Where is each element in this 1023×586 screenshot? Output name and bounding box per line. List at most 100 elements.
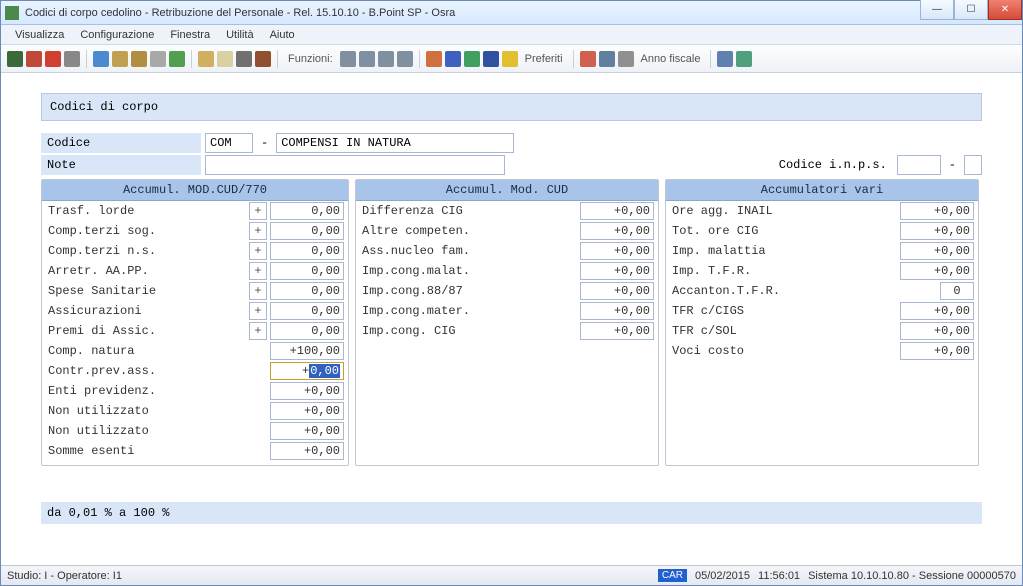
toolbar-preferiti-label[interactable]: Preferiti xyxy=(525,53,563,65)
codice-desc-input[interactable]: COMPENSI IN NATURA xyxy=(276,133,514,153)
col3-row: Imp. T.F.R.+0,00 xyxy=(666,261,978,281)
tool-icon-7[interactable] xyxy=(169,51,185,67)
menu-visualizza[interactable]: Visualizza xyxy=(7,27,72,43)
tool-icon-14[interactable] xyxy=(483,51,499,67)
value-input[interactable]: +0,00 xyxy=(270,402,344,420)
titlebar: Codici di corpo cedolino - Retribuzione … xyxy=(1,1,1022,25)
tool-icon-12[interactable] xyxy=(426,51,442,67)
value-input[interactable]: +0,00 xyxy=(270,422,344,440)
value-input[interactable]: +0,00 xyxy=(270,382,344,400)
codice-inps-input-2[interactable] xyxy=(964,155,982,175)
value-input[interactable]: 0 xyxy=(940,282,974,300)
tool-icon-calendar[interactable] xyxy=(618,51,634,67)
field-label: Accanton.T.F.R. xyxy=(670,284,937,298)
col3-row: Accanton.T.F.R.0 xyxy=(666,281,978,301)
tool-icon-fn2[interactable] xyxy=(359,51,375,67)
maximize-button[interactable]: ☐ xyxy=(954,0,988,20)
value-input[interactable]: +0,00 xyxy=(900,342,974,360)
sign-box[interactable]: + xyxy=(249,222,267,240)
value-input[interactable]: +0,00 xyxy=(580,242,654,260)
value-input[interactable]: 0,00 xyxy=(270,202,344,220)
field-label: Altre competen. xyxy=(360,224,577,238)
tool-icon-6[interactable] xyxy=(150,51,166,67)
value-input[interactable]: 0,00 xyxy=(270,282,344,300)
sign-box[interactable]: + xyxy=(249,242,267,260)
codice-input[interactable]: COM xyxy=(205,133,253,153)
value-input[interactable]: 0,00 xyxy=(270,302,344,320)
field-label: Contr.prev.ass. xyxy=(46,364,267,378)
col3-header: Accumulatori vari xyxy=(666,180,978,201)
statusbar: Studio: I - Operatore: I1 CAR 05/02/2015… xyxy=(1,565,1022,585)
value-input[interactable]: +0,00 xyxy=(900,302,974,320)
tool-icon-folder[interactable] xyxy=(112,51,128,67)
toolbar-anno-fiscale-label[interactable]: Anno fiscale xyxy=(641,53,701,65)
tool-icon-globe[interactable] xyxy=(599,51,615,67)
close-button[interactable]: ✕ xyxy=(988,0,1022,20)
value-input[interactable]: +0,00 xyxy=(580,262,654,280)
field-label: Imp.cong.mater. xyxy=(360,304,577,318)
value-input[interactable]: +0,00 xyxy=(580,322,654,340)
value-input[interactable]: +0,00 xyxy=(900,322,974,340)
value-input[interactable]: 0,00 xyxy=(270,242,344,260)
col2-row: Differenza CIG+0,00 xyxy=(356,201,658,221)
tool-icon-fn1[interactable] xyxy=(340,51,356,67)
col3-row: Voci costo+0,00 xyxy=(666,341,978,361)
menu-configurazione[interactable]: Configurazione xyxy=(72,27,162,43)
sign-box[interactable]: + xyxy=(249,282,267,300)
tool-icon-a1[interactable] xyxy=(580,51,596,67)
codice-inps-input[interactable] xyxy=(897,155,941,175)
tool-icon-user[interactable] xyxy=(717,51,733,67)
tool-icon-13[interactable] xyxy=(445,51,461,67)
tool-icon-10[interactable] xyxy=(236,51,252,67)
tool-icon-8[interactable] xyxy=(198,51,214,67)
field-label: Tot. ore CIG xyxy=(670,224,897,238)
sign-box[interactable]: + xyxy=(249,202,267,220)
col2-row: Imp.cong.mater.+0,00 xyxy=(356,301,658,321)
note-input[interactable] xyxy=(205,155,505,175)
value-input[interactable]: +0,00 xyxy=(580,302,654,320)
tool-icon-fn4[interactable] xyxy=(397,51,413,67)
toolbar: Funzioni: Preferiti Anno fiscale xyxy=(1,45,1022,73)
value-input[interactable]: +0,00 xyxy=(580,282,654,300)
col1-row: Premi di Assic.+0,00 xyxy=(42,321,348,341)
sign-box[interactable]: + xyxy=(249,262,267,280)
tool-icon-refresh[interactable] xyxy=(736,51,752,67)
sign-box[interactable]: + xyxy=(249,302,267,320)
value-input[interactable]: +0,00 xyxy=(900,202,974,220)
sign-box[interactable]: + xyxy=(249,322,267,340)
field-label: Imp. malattia xyxy=(670,244,897,258)
tool-icon-11[interactable] xyxy=(255,51,271,67)
tool-icon-5[interactable] xyxy=(131,51,147,67)
value-input[interactable]: +100,00 xyxy=(270,342,344,360)
star-icon[interactable] xyxy=(502,51,518,67)
tool-icon-print[interactable] xyxy=(64,51,80,67)
value-input[interactable]: +0,00 xyxy=(270,362,344,380)
col2-row: Altre competen.+0,00 xyxy=(356,221,658,241)
value-input[interactable]: +0,00 xyxy=(270,442,344,460)
field-label: Trasf. lorde xyxy=(46,204,246,218)
menu-utilita[interactable]: Utilità xyxy=(218,27,262,43)
tool-icon-excel[interactable] xyxy=(464,51,480,67)
value-input[interactable]: 0,00 xyxy=(270,262,344,280)
col1-header: Accumul. MOD.CUD/770 xyxy=(42,180,348,201)
tool-icon-fn3[interactable] xyxy=(378,51,394,67)
tool-icon-9[interactable] xyxy=(217,51,233,67)
value-input[interactable]: +0,00 xyxy=(580,202,654,220)
tool-icon-1[interactable] xyxy=(7,51,23,67)
menu-finestra[interactable]: Finestra xyxy=(162,27,218,43)
minimize-button[interactable]: — xyxy=(920,0,954,20)
value-input[interactable]: +0,00 xyxy=(900,242,974,260)
tool-icon-delete[interactable] xyxy=(45,51,61,67)
status-date: 05/02/2015 xyxy=(695,570,750,582)
value-input[interactable]: +0,00 xyxy=(580,222,654,240)
value-input[interactable]: +0,00 xyxy=(900,262,974,280)
col1-row: Non utilizzato+0,00 xyxy=(42,421,348,441)
field-label: Somme esenti xyxy=(46,444,267,458)
col1-row: Assicurazioni+0,00 xyxy=(42,301,348,321)
value-input[interactable]: 0,00 xyxy=(270,322,344,340)
value-input[interactable]: 0,00 xyxy=(270,222,344,240)
tool-icon-2[interactable] xyxy=(26,51,42,67)
tool-icon-help[interactable] xyxy=(93,51,109,67)
menu-aiuto[interactable]: Aiuto xyxy=(262,27,303,43)
value-input[interactable]: +0,00 xyxy=(900,222,974,240)
